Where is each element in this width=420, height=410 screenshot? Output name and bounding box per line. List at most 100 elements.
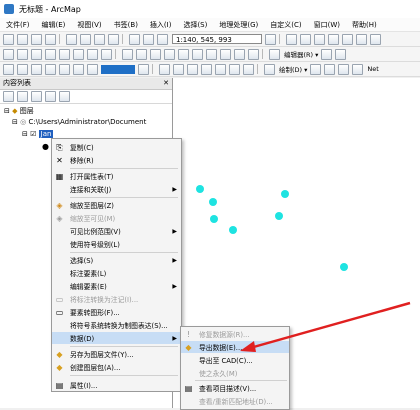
model-builder-icon[interactable] bbox=[370, 33, 381, 45]
map-scale-input[interactable]: 1:140, 545, 993 bbox=[172, 34, 262, 44]
submenu-item-view-item-description[interactable]: ▤ 查看项目描述(V)... bbox=[181, 382, 289, 394]
menu-item-joins-relates[interactable]: 连接和关联(J) ▶ bbox=[52, 183, 181, 195]
previous-extent-icon[interactable] bbox=[87, 48, 98, 60]
menu-item-convert-symbology[interactable]: 将符号系统转换为制图表达(S)... bbox=[52, 319, 181, 331]
text-icon[interactable] bbox=[352, 63, 364, 75]
attributes-icon[interactable] bbox=[229, 63, 240, 75]
menu-file[interactable]: 文件(F) bbox=[0, 20, 36, 30]
open-icon[interactable] bbox=[17, 33, 28, 45]
draw-select-icon[interactable] bbox=[310, 63, 322, 75]
transparency-icon[interactable] bbox=[59, 63, 70, 75]
menu-item-open-attribute-table[interactable]: ▦ 打开属性表(T) bbox=[52, 170, 181, 182]
close-icon[interactable]: ✕ bbox=[163, 78, 169, 89]
selected-layer-label[interactable]: Jan bbox=[38, 130, 54, 138]
submenu-item-export-data[interactable]: ◆ 导出数据(E)... bbox=[181, 341, 289, 353]
menu-view[interactable]: 视图(V) bbox=[71, 20, 107, 30]
flicker-icon[interactable] bbox=[73, 63, 84, 75]
html-popup-icon[interactable] bbox=[234, 48, 245, 60]
menu-item-properties[interactable]: ▤ 属性(I)... bbox=[51, 379, 182, 392]
time-slider-icon[interactable] bbox=[248, 48, 259, 60]
cogo-icon[interactable] bbox=[201, 63, 212, 75]
menu-item-visible-scale-range[interactable]: 可见比例范围(V) ▶ bbox=[52, 225, 181, 237]
menu-select[interactable]: 选择(S) bbox=[177, 20, 213, 30]
go-to-xy-icon[interactable] bbox=[192, 48, 203, 60]
menu-insert[interactable]: 插入(I) bbox=[144, 20, 178, 30]
zoom-out-icon[interactable] bbox=[17, 48, 28, 60]
add-data-icon[interactable] bbox=[157, 33, 168, 45]
swipe-icon[interactable] bbox=[17, 63, 28, 75]
paste-icon[interactable] bbox=[94, 33, 105, 45]
menu-item-selection[interactable]: 选择(S) ▶ bbox=[52, 254, 181, 266]
delete-icon[interactable] bbox=[108, 33, 119, 45]
menu-item-convert-features-to-graphics[interactable]: ▭ 要素转图形(F)... bbox=[52, 306, 181, 318]
menu-help[interactable]: 帮助(H) bbox=[346, 20, 383, 30]
sketch-properties-icon[interactable] bbox=[243, 63, 254, 75]
menu-item-copy[interactable]: ⎘ 复制(C) bbox=[52, 141, 181, 153]
hyperlink-icon[interactable] bbox=[220, 48, 231, 60]
next-extent-icon[interactable] bbox=[101, 48, 112, 60]
menu-geoprocessing[interactable]: 地理处理(G) bbox=[213, 20, 264, 30]
menu-item-edit-features[interactable]: 编辑要素(E) ▶ bbox=[52, 280, 181, 292]
menu-edit[interactable]: 编辑(E) bbox=[36, 20, 72, 30]
scale-dropdown-icon[interactable] bbox=[265, 33, 276, 45]
find-icon[interactable] bbox=[178, 48, 189, 60]
list-by-visibility-icon[interactable] bbox=[31, 91, 42, 102]
tree-folder[interactable]: ⊟ ◎ C:\Users\Administrator\Document bbox=[12, 118, 146, 126]
editor-menu-icon[interactable] bbox=[269, 48, 280, 60]
submenu-item-export-to-cad[interactable]: 导出至 CAD(C)... bbox=[181, 354, 289, 366]
collapse-icon[interactable]: ⊟ bbox=[4, 107, 10, 115]
menu-item-label-features[interactable]: 标注要素(L) bbox=[52, 267, 181, 279]
list-by-drawing-order-icon[interactable] bbox=[3, 91, 14, 102]
advanced-edit-icon[interactable] bbox=[187, 63, 198, 75]
fixed-zoom-out-icon[interactable] bbox=[73, 48, 84, 60]
contrast-icon[interactable] bbox=[87, 63, 98, 75]
layer-visibility-checkbox[interactable]: ☑ bbox=[30, 130, 36, 138]
tree-layer-jan[interactable]: ⊟ ☑ Jan bbox=[22, 130, 54, 138]
full-extent-icon[interactable] bbox=[45, 48, 56, 60]
pan-icon[interactable] bbox=[31, 48, 42, 60]
dropdown-icon[interactable] bbox=[138, 63, 149, 75]
network-menu[interactable]: Net bbox=[367, 65, 378, 73]
fixed-zoom-in-icon[interactable] bbox=[59, 48, 70, 60]
layer-color-box[interactable] bbox=[101, 64, 135, 74]
undo-icon[interactable] bbox=[129, 33, 140, 45]
zoom-in-icon[interactable] bbox=[3, 48, 14, 60]
draw-pointer-icon[interactable] bbox=[264, 63, 275, 75]
georef-icon[interactable] bbox=[31, 63, 42, 75]
identify-icon[interactable] bbox=[164, 48, 175, 60]
layer-dropdown-icon[interactable] bbox=[3, 63, 14, 75]
select-elements-icon[interactable] bbox=[150, 48, 161, 60]
copy-icon[interactable] bbox=[80, 33, 91, 45]
clear-selection-icon[interactable] bbox=[136, 48, 147, 60]
list-by-source-icon[interactable] bbox=[17, 91, 28, 102]
tree-layers-root[interactable]: ⊟ ◆ 图层 bbox=[4, 106, 34, 116]
editor-menu[interactable]: 编辑器(R) ▾ bbox=[284, 49, 318, 59]
measure-icon[interactable] bbox=[206, 48, 217, 60]
new-icon[interactable] bbox=[3, 33, 14, 45]
toc-icon[interactable] bbox=[300, 33, 311, 45]
draw-menu[interactable]: 绘制(D) ▾ bbox=[279, 64, 307, 74]
collapse-icon[interactable]: ⊟ bbox=[22, 130, 28, 138]
cut-icon[interactable] bbox=[66, 33, 77, 45]
menu-item-create-layer-package[interactable]: ◆ 创建图层包(A)... bbox=[52, 361, 181, 373]
menu-windows[interactable]: 窗口(W) bbox=[308, 20, 346, 30]
list-by-selection-icon[interactable] bbox=[45, 91, 56, 102]
menu-item-remove[interactable]: ✕ 移除(R) bbox=[52, 154, 181, 166]
menu-item-symbol-levels[interactable]: 使用符号级别(L) bbox=[52, 238, 181, 250]
options-icon[interactable] bbox=[59, 91, 70, 102]
menu-item-save-as-layer-file[interactable]: ◆ 另存为图层文件(Y)... bbox=[52, 348, 181, 360]
python-icon[interactable] bbox=[356, 33, 367, 45]
print-icon[interactable] bbox=[45, 33, 56, 45]
catalog-icon[interactable] bbox=[314, 33, 325, 45]
select-features-icon[interactable] bbox=[122, 48, 133, 60]
search-icon[interactable] bbox=[328, 33, 339, 45]
menu-item-data[interactable]: 数据(D) ▶ bbox=[52, 332, 181, 344]
edit-tool-icon[interactable] bbox=[321, 48, 333, 60]
spatial-adjust-icon[interactable] bbox=[159, 63, 170, 75]
save-icon[interactable] bbox=[31, 33, 42, 45]
menu-item-zoom-to-layer[interactable]: ◈ 缩放至图层(Z) bbox=[52, 199, 181, 211]
effects-icon[interactable] bbox=[45, 63, 56, 75]
menu-bookmarks[interactable]: 书签(B) bbox=[108, 20, 144, 30]
network-icon[interactable] bbox=[215, 63, 226, 75]
arctoolbox-icon[interactable] bbox=[342, 33, 353, 45]
